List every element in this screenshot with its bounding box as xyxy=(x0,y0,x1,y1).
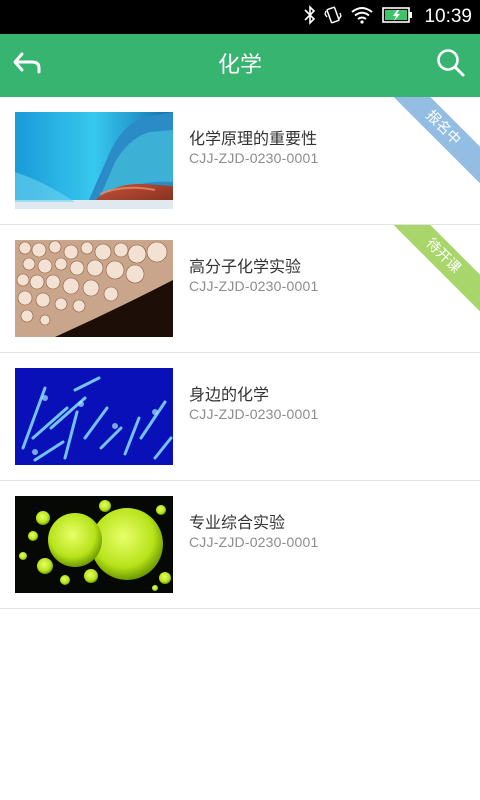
wifi-icon xyxy=(350,6,374,28)
status-icons: 10:39 xyxy=(304,0,472,34)
course-code: CJJ-ZJD-0230-0001 xyxy=(189,406,319,422)
course-item[interactable]: 身边的化学 CJJ-ZJD-0230-0001 xyxy=(0,353,480,481)
course-item[interactable]: 化学原理的重要性 CJJ-ZJD-0230-0001 报名中 xyxy=(0,97,480,225)
course-code: CJJ-ZJD-0230-0001 xyxy=(189,278,319,294)
course-list: 化学原理的重要性 CJJ-ZJD-0230-0001 报名中 高分子化学实验 C… xyxy=(0,97,480,609)
course-title: 专业综合实验 xyxy=(189,513,286,532)
course-item[interactable]: 高分子化学实验 CJJ-ZJD-0230-0001 待开课 xyxy=(0,225,480,353)
search-button[interactable] xyxy=(432,46,470,84)
blue-glow-crystals-thumbnail xyxy=(15,368,173,465)
course-title: 高分子化学实验 xyxy=(189,257,302,276)
bluetooth-icon xyxy=(304,5,316,29)
page-title: 化学 xyxy=(217,53,262,78)
course-code: CJJ-ZJD-0230-0001 xyxy=(189,534,319,550)
bubbles-thumbnail xyxy=(15,240,173,337)
status-badge: 待开课 xyxy=(380,225,480,319)
course-title: 身边的化学 xyxy=(189,385,270,404)
status-time: 10:39 xyxy=(424,6,472,27)
status-badge: 报名中 xyxy=(380,97,480,191)
battery-charging-icon xyxy=(382,6,414,28)
course-code: CJJ-ZJD-0230-0001 xyxy=(189,150,319,166)
course-item[interactable]: 专业综合实验 CJJ-ZJD-0230-0001 xyxy=(0,481,480,609)
blue-crystal-thumbnail xyxy=(15,112,173,209)
vibrate-icon xyxy=(324,5,343,29)
status-bar: 10:39 xyxy=(0,0,480,34)
green-cells-thumbnail xyxy=(15,496,173,593)
course-title: 化学原理的重要性 xyxy=(189,129,318,148)
app-header: 化学 xyxy=(0,34,480,97)
search-icon xyxy=(436,48,466,82)
